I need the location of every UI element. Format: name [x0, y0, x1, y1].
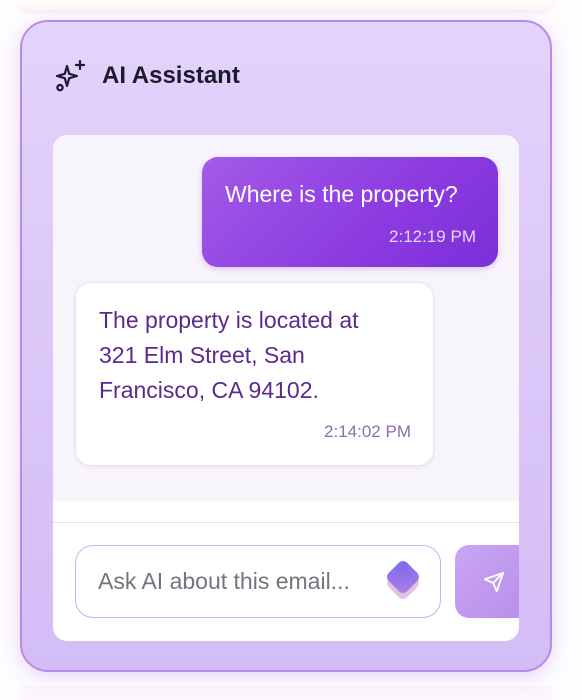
panel-title: AI Assistant	[102, 62, 240, 89]
chat-input[interactable]	[98, 546, 368, 617]
ai-assistant-panel: AI Assistant Where is the property? 2:12…	[20, 20, 552, 672]
assistant-message-time: 2:14:02 PM	[324, 422, 411, 441]
chat-input-box	[75, 545, 441, 618]
composer-divider	[53, 522, 519, 523]
user-message-text: Where is the property?	[225, 181, 458, 207]
assistant-message-line: Francisco, CA 94102.	[99, 377, 319, 403]
send-button[interactable]	[455, 545, 519, 618]
previous-card-edge	[20, 0, 552, 10]
message-list: Where is the property? 2:12:19 PM The pr…	[53, 135, 519, 501]
sparkles-icon	[54, 59, 88, 93]
gem-icon	[378, 556, 428, 606]
chat-card: Where is the property? 2:12:19 PM The pr…	[53, 135, 519, 641]
assistant-message: The property is located at 321 Elm Stree…	[75, 282, 434, 466]
user-message: Where is the property? 2:12:19 PM	[202, 157, 498, 267]
assistant-message-line: 321 Elm Street, San	[99, 342, 305, 368]
user-message-time: 2:12:19 PM	[389, 227, 476, 246]
assistant-message-line: The property is located at	[99, 307, 359, 333]
panel-header: AI Assistant	[54, 56, 240, 96]
next-card-edge	[20, 686, 552, 700]
